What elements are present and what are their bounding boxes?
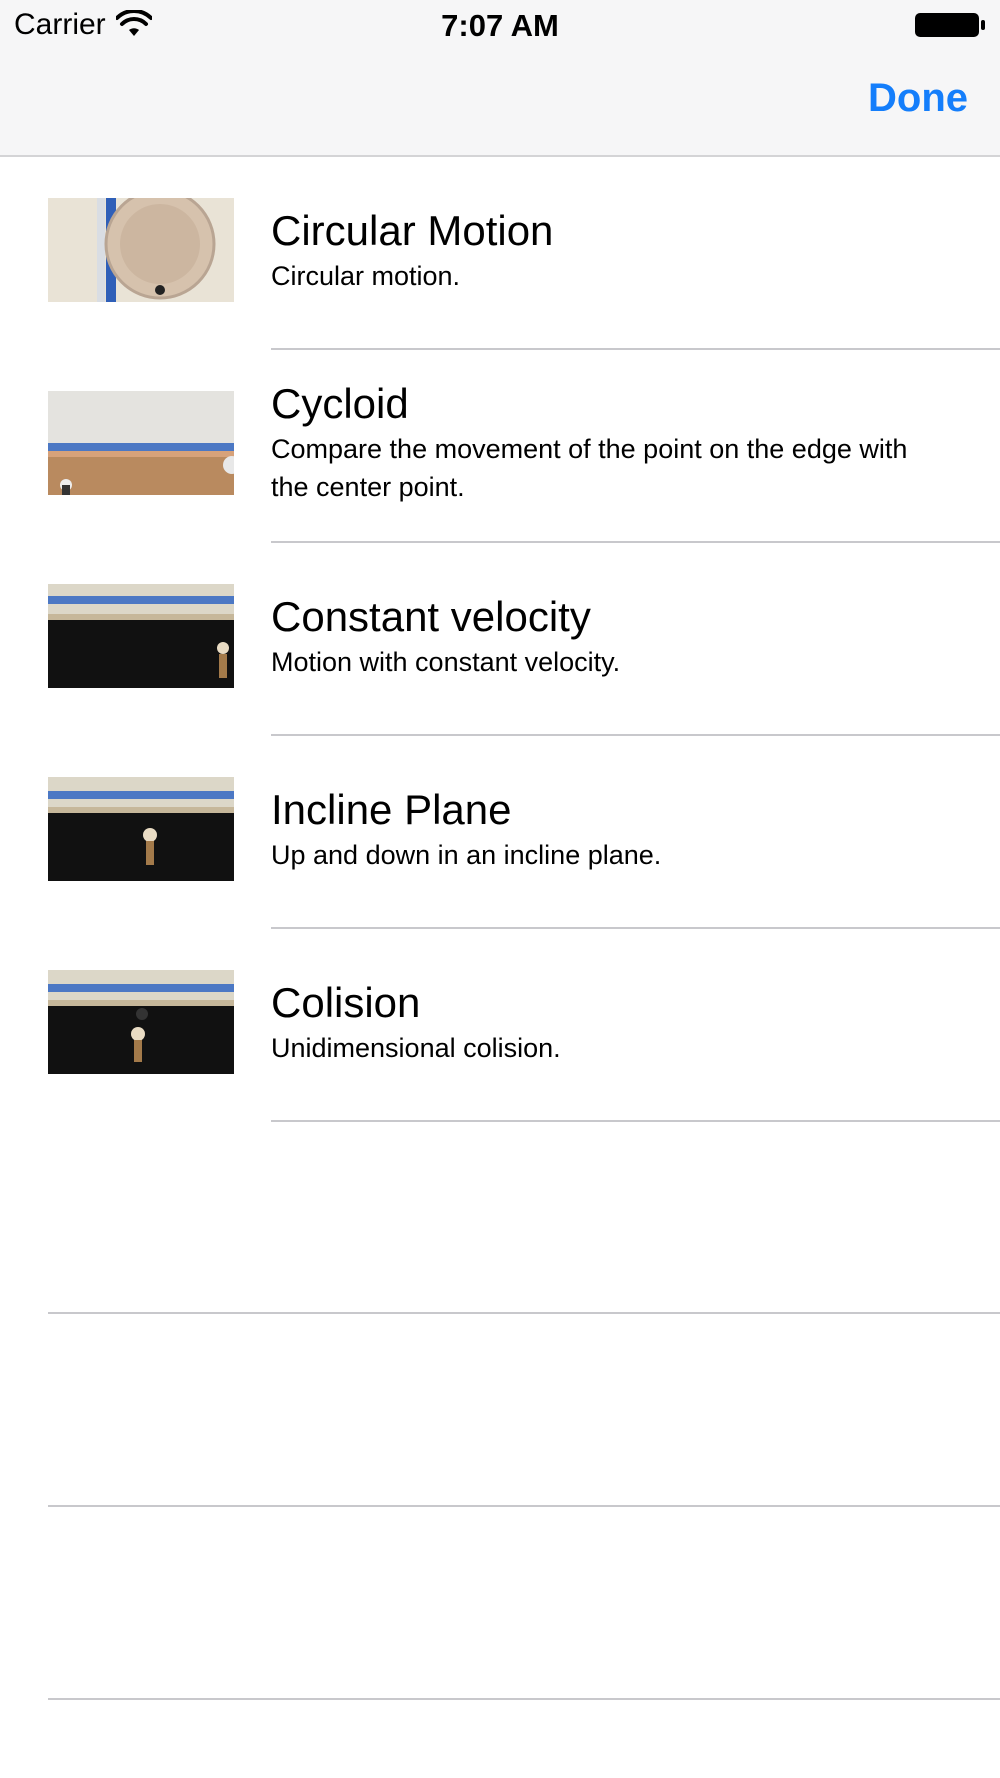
item-title: Cycloid	[271, 380, 409, 427]
item-subtitle: Compare the movement of the point on the…	[271, 434, 908, 502]
list-item[interactable]: Circular Motion Circular motion.	[0, 157, 1000, 350]
list-item[interactable]: Colision Unidimensional colision.	[0, 929, 1000, 1122]
item-subtitle: Up and down in an incline plane.	[271, 840, 662, 870]
cycloid-thumbnail	[48, 391, 234, 495]
empty-row-separator	[48, 1505, 1000, 1507]
item-title: Colision	[271, 979, 421, 1026]
navigation-bar: Carrier 7:07 AM Done	[0, 0, 1000, 157]
empty-row-separator	[48, 1698, 1000, 1700]
done-button[interactable]: Done	[868, 76, 968, 121]
item-subtitle: Unidimensional colision.	[271, 1033, 561, 1063]
list-item[interactable]: Cycloid Compare the movement of the poin…	[0, 350, 1000, 543]
battery-icon	[915, 13, 985, 37]
list-item[interactable]: Constant velocity Motion with constant v…	[0, 543, 1000, 736]
item-subtitle: Circular motion.	[271, 261, 461, 291]
list-item[interactable]: Incline Plane Up and down in an incline …	[0, 736, 1000, 929]
row-separator	[271, 1120, 1000, 1122]
experiment-list: Circular Motion Circular motion. Cycloid…	[0, 157, 1000, 1122]
item-title: Incline Plane	[271, 786, 512, 833]
incline-plane-thumbnail	[48, 777, 234, 881]
circular-plate-thumbnail	[48, 198, 234, 302]
item-title: Constant velocity	[271, 593, 591, 640]
empty-row-separator	[48, 1312, 1000, 1314]
colision-thumbnail	[48, 970, 234, 1074]
status-time: 7:07 AM	[441, 8, 559, 43]
constant-velocity-thumbnail	[48, 584, 234, 688]
item-subtitle: Motion with constant velocity.	[271, 647, 621, 677]
item-title: Circular Motion	[271, 207, 554, 254]
